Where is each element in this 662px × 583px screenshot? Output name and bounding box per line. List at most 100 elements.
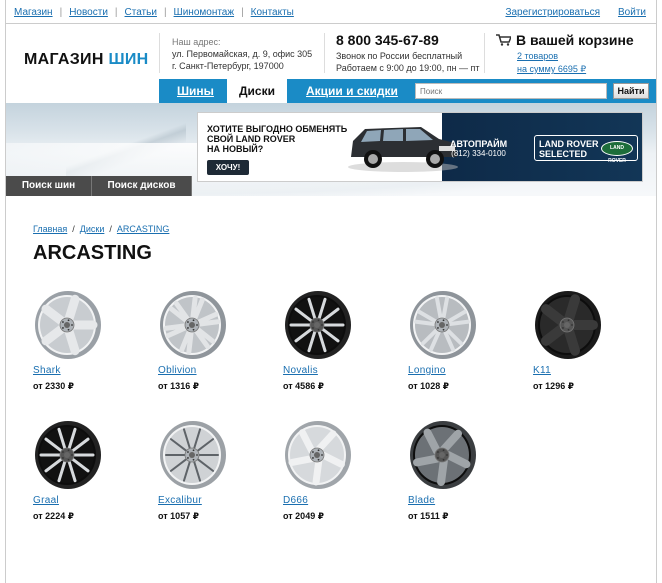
product-price: от 4586 ₽	[283, 381, 324, 391]
divider	[324, 33, 325, 73]
product-price: от 1296 ₽	[533, 381, 574, 391]
product-name-link[interactable]: Oblivion	[158, 365, 268, 376]
dealer-phone: (812) 334-0100	[451, 149, 506, 158]
cart-items-link[interactable]: 2 товаров	[517, 50, 634, 63]
product-price: от 2224 ₽	[33, 511, 74, 521]
ad-banner[interactable]: Хотите выгодно обменять свой Land Rover …	[197, 112, 643, 182]
breadcrumb: Главная / Диски / ARCASTING	[33, 224, 169, 234]
search-wheels-button[interactable]: Поиск дисков	[92, 176, 192, 196]
top-nav: Магазин | Новости | Статьи | Шиномонтаж …	[14, 7, 294, 18]
topnav-shop[interactable]: Магазин	[14, 7, 53, 18]
product-card: Novalis от 4586 ₽	[283, 290, 393, 392]
ad-cta-button[interactable]: ХОЧУ!	[207, 160, 249, 175]
wheel-image[interactable]	[533, 290, 603, 360]
address-block: Наш адрес: ул. Первомайская, д. 9, офис …	[172, 36, 312, 72]
product-price: от 2330 ₽	[33, 381, 74, 391]
address-line-2: г. Санкт-Петербург, 197000	[172, 61, 284, 71]
breadcrumb-separator: /	[72, 224, 75, 234]
product-card: Longino от 1028 ₽	[408, 290, 518, 392]
breadcrumb-wheels[interactable]: Диски	[80, 224, 105, 234]
topnav-articles[interactable]: Статьи	[125, 7, 157, 18]
separator: |	[59, 7, 63, 18]
wheel-image[interactable]	[283, 290, 353, 360]
separator: |	[114, 7, 118, 18]
topnav-news[interactable]: Новости	[69, 7, 108, 18]
product-name-link[interactable]: Blade	[408, 495, 518, 506]
product-name-link[interactable]: Excalibur	[158, 495, 268, 506]
search-button[interactable]: Найти	[613, 83, 649, 99]
logo[interactable]: МАГАЗИН ШИН	[24, 51, 148, 69]
breadcrumb-current[interactable]: ARCASTING	[117, 224, 170, 234]
account-links: Зарегистрироваться Войти	[505, 7, 646, 18]
ad-text-line-2: свой Land Rover	[207, 134, 296, 144]
brand-box: LAND ROVER SELECTED LAND ROVER	[534, 135, 638, 164]
product-card: Excalibur от 1057 ₽	[158, 420, 268, 522]
wheel-image[interactable]	[158, 290, 228, 360]
car-image	[348, 127, 458, 172]
top-bar: Магазин | Новости | Статьи | Шиномонтаж …	[6, 0, 656, 24]
product-name-link[interactable]: Novalis	[283, 365, 393, 376]
wheel-image[interactable]	[158, 420, 228, 490]
cart-block: В вашей корзине 2 товаров на сумму 6695 …	[496, 32, 634, 76]
cart-title-text: В вашей корзине	[516, 32, 634, 48]
wheel-image[interactable]	[283, 420, 353, 490]
address-label: Наш адрес:	[172, 37, 221, 47]
address-line-1: ул. Первомайская, д. 9, офис 305	[172, 49, 313, 59]
phone-info-1: Звонок по России бесплатный	[336, 51, 463, 61]
cart-sum-link[interactable]: на сумму 6695 ₽	[517, 63, 634, 76]
ad-text: Хотите выгодно обменять свой Land Rover …	[207, 124, 347, 154]
phone-number: 8 800 345-67-89	[336, 32, 439, 48]
land-rover-logo: LAND ROVER	[601, 141, 633, 164]
product-card: Blade от 1511 ₽	[408, 420, 518, 522]
wheel-image[interactable]	[408, 290, 478, 360]
product-name-link[interactable]: Longino	[408, 365, 518, 376]
tab-promotions[interactable]: Акции и скидки	[294, 79, 410, 103]
search-input[interactable]	[415, 83, 607, 99]
divider	[159, 33, 160, 73]
separator: |	[241, 7, 244, 18]
product-name-link[interactable]: Graal	[33, 495, 143, 506]
ad-text-line-1: Хотите выгодно обменять	[207, 124, 348, 134]
topnav-contacts[interactable]: Контакты	[251, 7, 294, 18]
product-card: Oblivion от 1316 ₽	[158, 290, 268, 392]
product-card: Shark от 2330 ₽	[33, 290, 143, 392]
product-name-link[interactable]: D666	[283, 495, 393, 506]
wheel-image[interactable]	[33, 290, 103, 360]
breadcrumb-separator: /	[109, 224, 112, 234]
cart-summary: 2 товаров на сумму 6695 ₽	[496, 50, 634, 76]
search-buttons: Поиск шин Поиск дисков	[6, 176, 192, 196]
register-link[interactable]: Зарегистрироваться	[505, 7, 600, 18]
breadcrumb-home[interactable]: Главная	[33, 224, 67, 234]
cart-icon	[496, 34, 511, 46]
topnav-tire-service[interactable]: Шиномонтаж	[174, 7, 235, 18]
banner: Хотите выгодно обменять свой Land Rover …	[6, 103, 656, 196]
product-price: от 1057 ₽	[158, 511, 199, 521]
wheel-image[interactable]	[408, 420, 478, 490]
page-title: ARCASTING	[33, 242, 152, 264]
login-link[interactable]: Войти	[618, 7, 646, 18]
divider	[484, 33, 485, 73]
product-price: от 1028 ₽	[408, 381, 449, 391]
product-card: D666 от 2049 ₽	[283, 420, 393, 522]
product-price: от 2049 ₽	[283, 511, 324, 521]
logo-part-1: МАГАЗИН	[24, 51, 104, 68]
tab-wheels[interactable]: Диски	[227, 79, 287, 103]
product-card: K11 от 1296 ₽	[533, 290, 643, 392]
search-tires-button[interactable]: Поиск шин	[6, 176, 92, 196]
page: Магазин | Новости | Статьи | Шиномонтаж …	[5, 0, 657, 583]
dealer-name: АВТОПРАЙМ	[450, 139, 508, 149]
product-price: от 1316 ₽	[158, 381, 199, 391]
product-name-link[interactable]: Shark	[33, 365, 143, 376]
wheel-image[interactable]	[33, 420, 103, 490]
product-name-link[interactable]: K11	[533, 365, 643, 376]
ad-text-line-3: на новый?	[207, 144, 264, 154]
tab-tires[interactable]: Шины	[165, 79, 226, 103]
phone-info-2: Работаем с 9:00 до 19:00, пн — пт	[336, 63, 480, 73]
header: МАГАЗИН ШИН Наш адрес: ул. Первомайская,…	[6, 25, 656, 78]
product-card: Graal от 2224 ₽	[33, 420, 143, 522]
separator: |	[163, 7, 167, 18]
cart-title[interactable]: В вашей корзине	[496, 32, 634, 48]
product-price: от 1511 ₽	[408, 511, 449, 521]
main-nav: Шины Диски Акции и скидки Найти	[159, 79, 656, 103]
dealer-block: АВТОПРАЙМ (812) 334-0100	[450, 139, 507, 159]
